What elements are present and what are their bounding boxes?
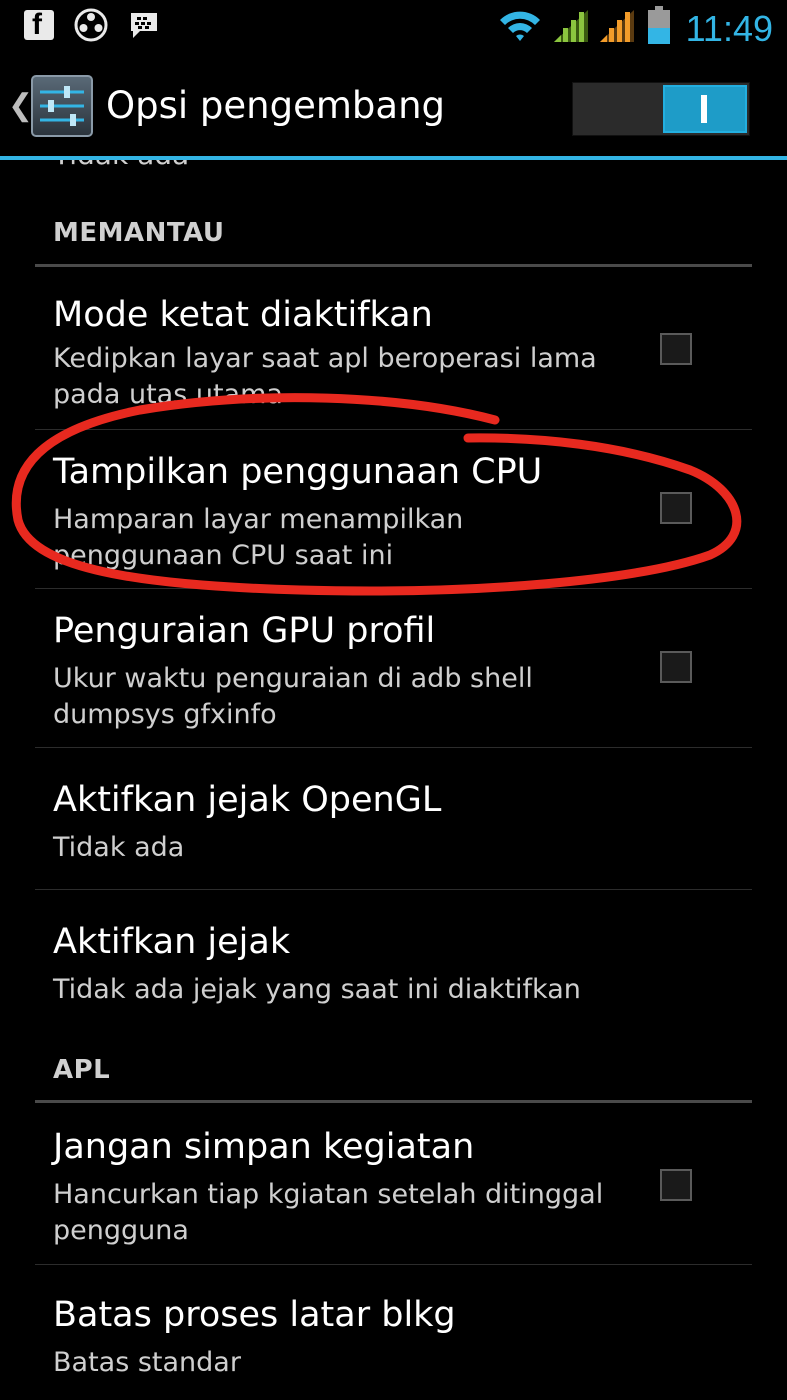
pref-item-strict-mode[interactable]: Mode ketat diaktifkan Kedipkan layar saa…: [0, 267, 787, 429]
battery-icon: [648, 6, 670, 44]
category-header-memantau: MEMANTAU: [53, 218, 225, 248]
strict-mode-checkbox[interactable]: [660, 333, 692, 365]
pref-summary: Tidak ada jejak yang saat ini diaktifkan: [53, 974, 581, 1005]
category-header-apl: APL: [53, 1055, 111, 1085]
page-title: Opsi pengembang: [106, 84, 446, 127]
pref-summary: Kedipkan layar saat apl beroperasi lama …: [53, 343, 597, 410]
gpu-profile-checkbox[interactable]: [660, 651, 692, 683]
pref-title: Tampilkan penggunaan CPU: [53, 452, 543, 492]
pref-title: Jangan simpan kegiatan: [53, 1127, 475, 1167]
pref-title: Penguraian GPU profil: [53, 611, 436, 651]
status-bar: f 11:49: [0, 0, 787, 58]
show-cpu-usage-checkbox[interactable]: [660, 492, 692, 524]
pref-title: Aktifkan jejak OpenGL: [53, 780, 442, 820]
preference-list[interactable]: Tidak ada MEMANTAU Mode ketat diaktifkan…: [0, 160, 787, 1400]
pref-summary: Hancurkan tiap kgiatan setelah ditinggal…: [53, 1179, 604, 1246]
pref-item-show-cpu-usage[interactable]: Tampilkan penggunaan CPU Hamparan layar …: [0, 430, 787, 588]
facebook-icon: f: [24, 8, 54, 41]
pref-item-enable-traces[interactable]: Aktifkan jejak Tidak ada jejak yang saat…: [0, 890, 787, 1030]
pref-item-opengl-traces[interactable]: Aktifkan jejak OpenGL Tidak ada: [0, 748, 787, 889]
status-time: 11:49: [685, 8, 773, 49]
pref-summary: Hamparan layar menampilkan penggunaan CP…: [53, 504, 464, 571]
settings-sliders-icon[interactable]: [30, 74, 94, 138]
signal-icon: [554, 10, 588, 42]
pref-summary: Ukur waktu penguraian di adb shell dumps…: [53, 663, 533, 730]
pref-title: Mode ketat diaktifkan: [53, 295, 433, 335]
film-reel-icon: [74, 8, 108, 42]
clipped-summary: Tidak ada: [53, 160, 189, 171]
pref-summary: Batas standar: [53, 1347, 241, 1378]
dont-keep-activities-checkbox[interactable]: [660, 1169, 692, 1201]
pref-title: Aktifkan jejak: [53, 922, 291, 962]
bbm-icon: [131, 13, 157, 38]
switch-thumb: [663, 85, 747, 133]
pref-title: Batas proses latar blkg: [53, 1295, 456, 1335]
signal-icon: [600, 10, 634, 42]
pref-item-background-process-limit[interactable]: Batas proses latar blkg Batas standar: [0, 1265, 787, 1400]
pref-summary: Tidak ada: [53, 832, 185, 863]
developer-options-switch[interactable]: [572, 82, 750, 136]
wifi-icon: [500, 11, 540, 41]
pref-item-dont-keep-activities[interactable]: Jangan simpan kegiatan Hancurkan tiap kg…: [0, 1103, 787, 1264]
pref-item-gpu-profile[interactable]: Penguraian GPU profil Ukur waktu pengura…: [0, 589, 787, 747]
